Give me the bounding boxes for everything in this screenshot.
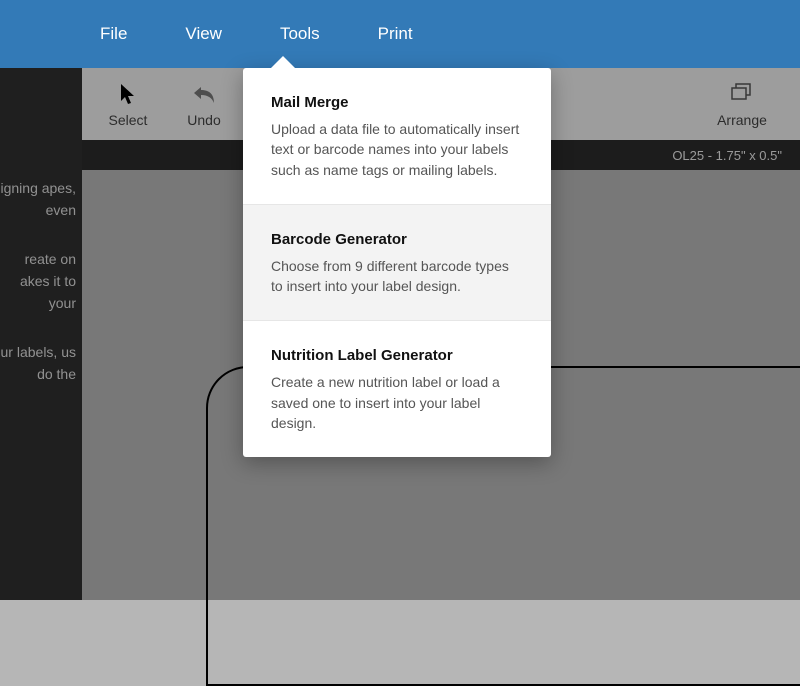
menu-print[interactable]: Print bbox=[378, 24, 413, 44]
tools-item-barcode-generator[interactable]: Barcode Generator Choose from 9 differen… bbox=[243, 204, 551, 321]
tools-item-title: Nutrition Label Generator bbox=[271, 347, 523, 364]
tools-item-desc: Upload a data file to automatically inse… bbox=[271, 119, 523, 180]
tools-item-desc: Create a new nutrition label or load a s… bbox=[271, 372, 523, 433]
tools-item-nutrition-label[interactable]: Nutrition Label Generator Create a new n… bbox=[243, 320, 551, 457]
menu-tools[interactable]: Tools bbox=[280, 24, 320, 44]
tools-item-desc: Choose from 9 different barcode types to… bbox=[271, 256, 523, 297]
tools-item-title: Mail Merge bbox=[271, 94, 523, 111]
dropdown-pointer-icon bbox=[271, 56, 295, 68]
tools-dropdown: Mail Merge Upload a data file to automat… bbox=[243, 68, 551, 457]
tools-item-mail-merge[interactable]: Mail Merge Upload a data file to automat… bbox=[243, 68, 551, 204]
tools-item-title: Barcode Generator bbox=[271, 231, 523, 248]
menubar: File View Tools Print bbox=[0, 0, 800, 68]
menu-file[interactable]: File bbox=[100, 24, 127, 44]
menu-view[interactable]: View bbox=[185, 24, 222, 44]
